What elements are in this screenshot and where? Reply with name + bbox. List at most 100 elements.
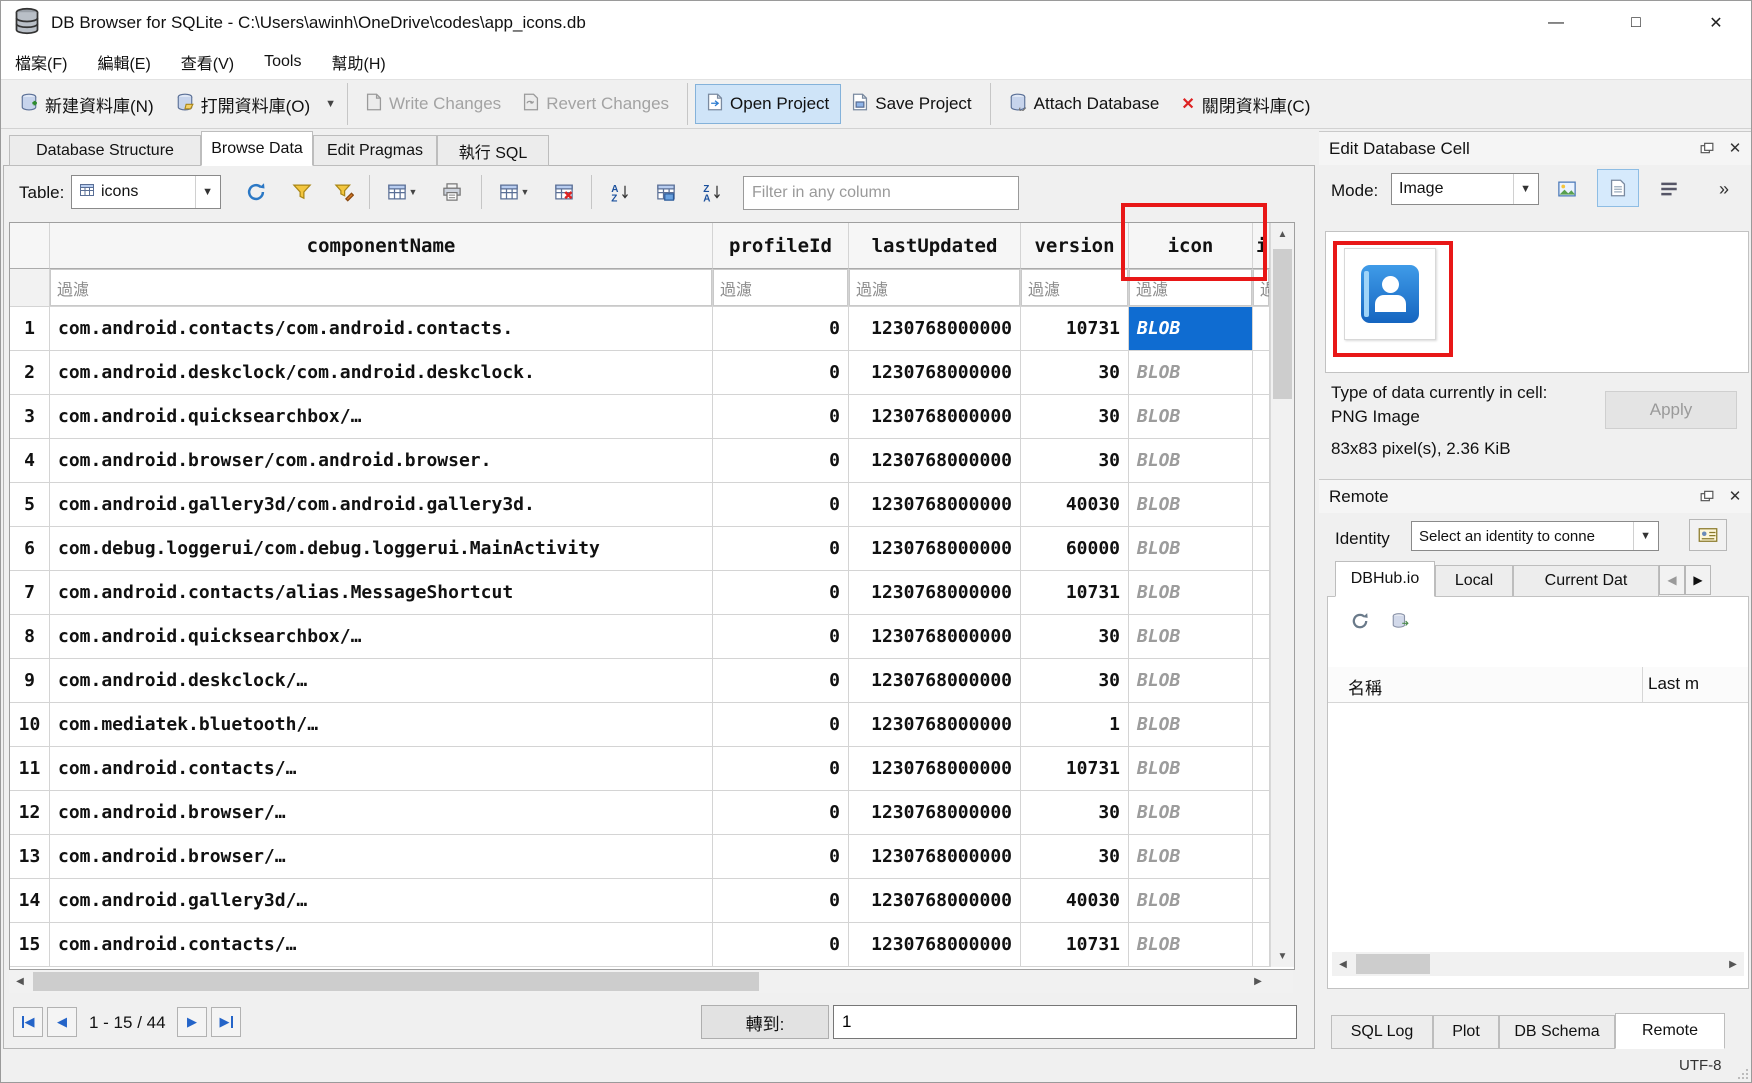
- cell-partial[interactable]: [1253, 527, 1270, 571]
- column-header-version[interactable]: version: [1021, 223, 1129, 269]
- last-record-button[interactable]: ▶: [211, 1007, 241, 1037]
- cell-partial[interactable]: [1253, 307, 1270, 351]
- save-filter-button[interactable]: [325, 174, 363, 210]
- open-database-button[interactable]: 打開資料庫(O): [165, 84, 322, 124]
- cell-partial[interactable]: [1253, 747, 1270, 791]
- row-number[interactable]: 6: [10, 527, 50, 571]
- import-identity-button[interactable]: [1689, 519, 1727, 551]
- cell-partial[interactable]: [1253, 879, 1270, 923]
- cell-componentName[interactable]: com.android.contacts/com.android.contact…: [50, 307, 713, 351]
- filter-cell-profileId[interactable]: 過濾: [713, 269, 849, 307]
- cell-icon[interactable]: BLOB: [1129, 703, 1253, 747]
- filter-any-column-input[interactable]: [743, 176, 1019, 210]
- edit-display-format-button[interactable]: [647, 174, 685, 210]
- cell-icon[interactable]: BLOB: [1129, 659, 1253, 703]
- undock-icon[interactable]: [1695, 485, 1719, 507]
- tab-edit-pragmas[interactable]: Edit Pragmas: [313, 135, 437, 166]
- row-number[interactable]: 4: [10, 439, 50, 483]
- cell-version[interactable]: 10731: [1021, 747, 1129, 791]
- cell-version[interactable]: 10731: [1021, 307, 1129, 351]
- cell-version[interactable]: 40030: [1021, 879, 1129, 923]
- cell-version[interactable]: 10731: [1021, 923, 1129, 967]
- cell-profileId[interactable]: 0: [713, 483, 849, 527]
- row-number[interactable]: 7: [10, 571, 50, 615]
- apply-button[interactable]: Apply: [1605, 391, 1737, 429]
- cell-version[interactable]: 30: [1021, 439, 1129, 483]
- row-number[interactable]: 5: [10, 483, 50, 527]
- row-number[interactable]: 13: [10, 835, 50, 879]
- filter-cell-version[interactable]: 過濾: [1021, 269, 1129, 307]
- cell-partial[interactable]: [1253, 571, 1270, 615]
- sort-ascending-button[interactable]: AZ: [601, 174, 639, 210]
- cell-lastUpdated[interactable]: 1230768000000: [849, 791, 1021, 835]
- goto-record-input[interactable]: [833, 1005, 1297, 1039]
- cell-componentName[interactable]: com.android.gallery3d/…: [50, 879, 713, 923]
- maximize-button[interactable]: □: [1613, 1, 1659, 45]
- cell-icon[interactable]: BLOB: [1129, 747, 1253, 791]
- column-header-componentName[interactable]: componentName: [50, 223, 713, 269]
- cell-profileId[interactable]: 0: [713, 747, 849, 791]
- remote-name-header[interactable]: 名稱: [1348, 674, 1382, 699]
- sort-descending-button[interactable]: ZA: [693, 174, 731, 210]
- cell-componentName[interactable]: com.mediatek.bluetooth/…: [50, 703, 713, 747]
- cell-componentName[interactable]: com.android.contacts/…: [50, 747, 713, 791]
- cell-componentName[interactable]: com.android.gallery3d/com.android.galler…: [50, 483, 713, 527]
- new-database-button[interactable]: 新建資料庫(N): [9, 84, 165, 124]
- dock-tab-plot[interactable]: Plot: [1433, 1015, 1499, 1049]
- column-header-partial[interactable]: ic: [1253, 223, 1270, 269]
- row-number[interactable]: 10: [10, 703, 50, 747]
- row-number[interactable]: 8: [10, 615, 50, 659]
- cell-version[interactable]: 10731: [1021, 571, 1129, 615]
- first-record-button[interactable]: ◀: [13, 1007, 43, 1037]
- row-number-header[interactable]: [10, 223, 50, 269]
- cell-icon[interactable]: BLOB: [1129, 395, 1253, 439]
- cell-icon[interactable]: BLOB: [1129, 439, 1253, 483]
- cell-lastUpdated[interactable]: 1230768000000: [849, 571, 1021, 615]
- grid-vertical-scrollbar[interactable]: ▲ ▼: [1270, 223, 1294, 967]
- remote-hscroll-thumb[interactable]: [1356, 954, 1430, 974]
- cell-version[interactable]: 30: [1021, 395, 1129, 439]
- cell-partial[interactable]: [1253, 791, 1270, 835]
- scroll-left-icon[interactable]: ◀: [1332, 952, 1354, 976]
- cell-version[interactable]: 60000: [1021, 527, 1129, 571]
- cell-profileId[interactable]: 0: [713, 439, 849, 483]
- menu-tools[interactable]: Tools: [264, 53, 301, 71]
- row-number[interactable]: 9: [10, 659, 50, 703]
- cell-partial[interactable]: [1253, 351, 1270, 395]
- cell-componentName[interactable]: com.android.deskclock/…: [50, 659, 713, 703]
- tab-browse-data[interactable]: Browse Data: [201, 131, 313, 166]
- menu-help[interactable]: 幫助(H): [331, 50, 385, 74]
- filter-cell-icon[interactable]: 過濾: [1129, 269, 1253, 307]
- cell-lastUpdated[interactable]: 1230768000000: [849, 835, 1021, 879]
- cell-version[interactable]: 30: [1021, 615, 1129, 659]
- cell-version[interactable]: 30: [1021, 791, 1129, 835]
- cell-profileId[interactable]: 0: [713, 615, 849, 659]
- cell-partial[interactable]: [1253, 923, 1270, 967]
- cell-icon[interactable]: BLOB: [1129, 571, 1253, 615]
- goto-button[interactable]: 轉到:: [701, 1005, 829, 1039]
- cell-lastUpdated[interactable]: 1230768000000: [849, 747, 1021, 791]
- clear-filters-button[interactable]: [283, 174, 321, 210]
- cell-version[interactable]: 40030: [1021, 483, 1129, 527]
- cell-profileId[interactable]: 0: [713, 835, 849, 879]
- cell-icon[interactable]: BLOB: [1129, 791, 1253, 835]
- cell-lastUpdated[interactable]: 1230768000000: [849, 923, 1021, 967]
- cell-lastUpdated[interactable]: 1230768000000: [849, 439, 1021, 483]
- cell-icon[interactable]: BLOB: [1129, 527, 1253, 571]
- remote-modified-header[interactable]: Last m: [1648, 674, 1746, 694]
- mode-combo[interactable]: Image ▼: [1391, 173, 1539, 205]
- remote-tab-current-db[interactable]: Current Dat: [1513, 565, 1659, 597]
- cell-lastUpdated[interactable]: 1230768000000: [849, 527, 1021, 571]
- cell-componentName[interactable]: com.android.contacts/…: [50, 923, 713, 967]
- cell-version[interactable]: 30: [1021, 835, 1129, 879]
- cell-componentName[interactable]: com.android.browser/…: [50, 835, 713, 879]
- cell-profileId[interactable]: 0: [713, 923, 849, 967]
- import-image-button[interactable]: [1549, 171, 1585, 207]
- row-number[interactable]: 11: [10, 747, 50, 791]
- scroll-left-icon[interactable]: ◀: [9, 970, 31, 993]
- row-number[interactable]: 1: [10, 307, 50, 351]
- minimize-button[interactable]: —: [1533, 1, 1579, 45]
- close-dock-icon[interactable]: ✕: [1723, 485, 1747, 507]
- remote-refresh-button[interactable]: [1346, 607, 1374, 635]
- export-records-button[interactable]: ▼: [491, 174, 537, 210]
